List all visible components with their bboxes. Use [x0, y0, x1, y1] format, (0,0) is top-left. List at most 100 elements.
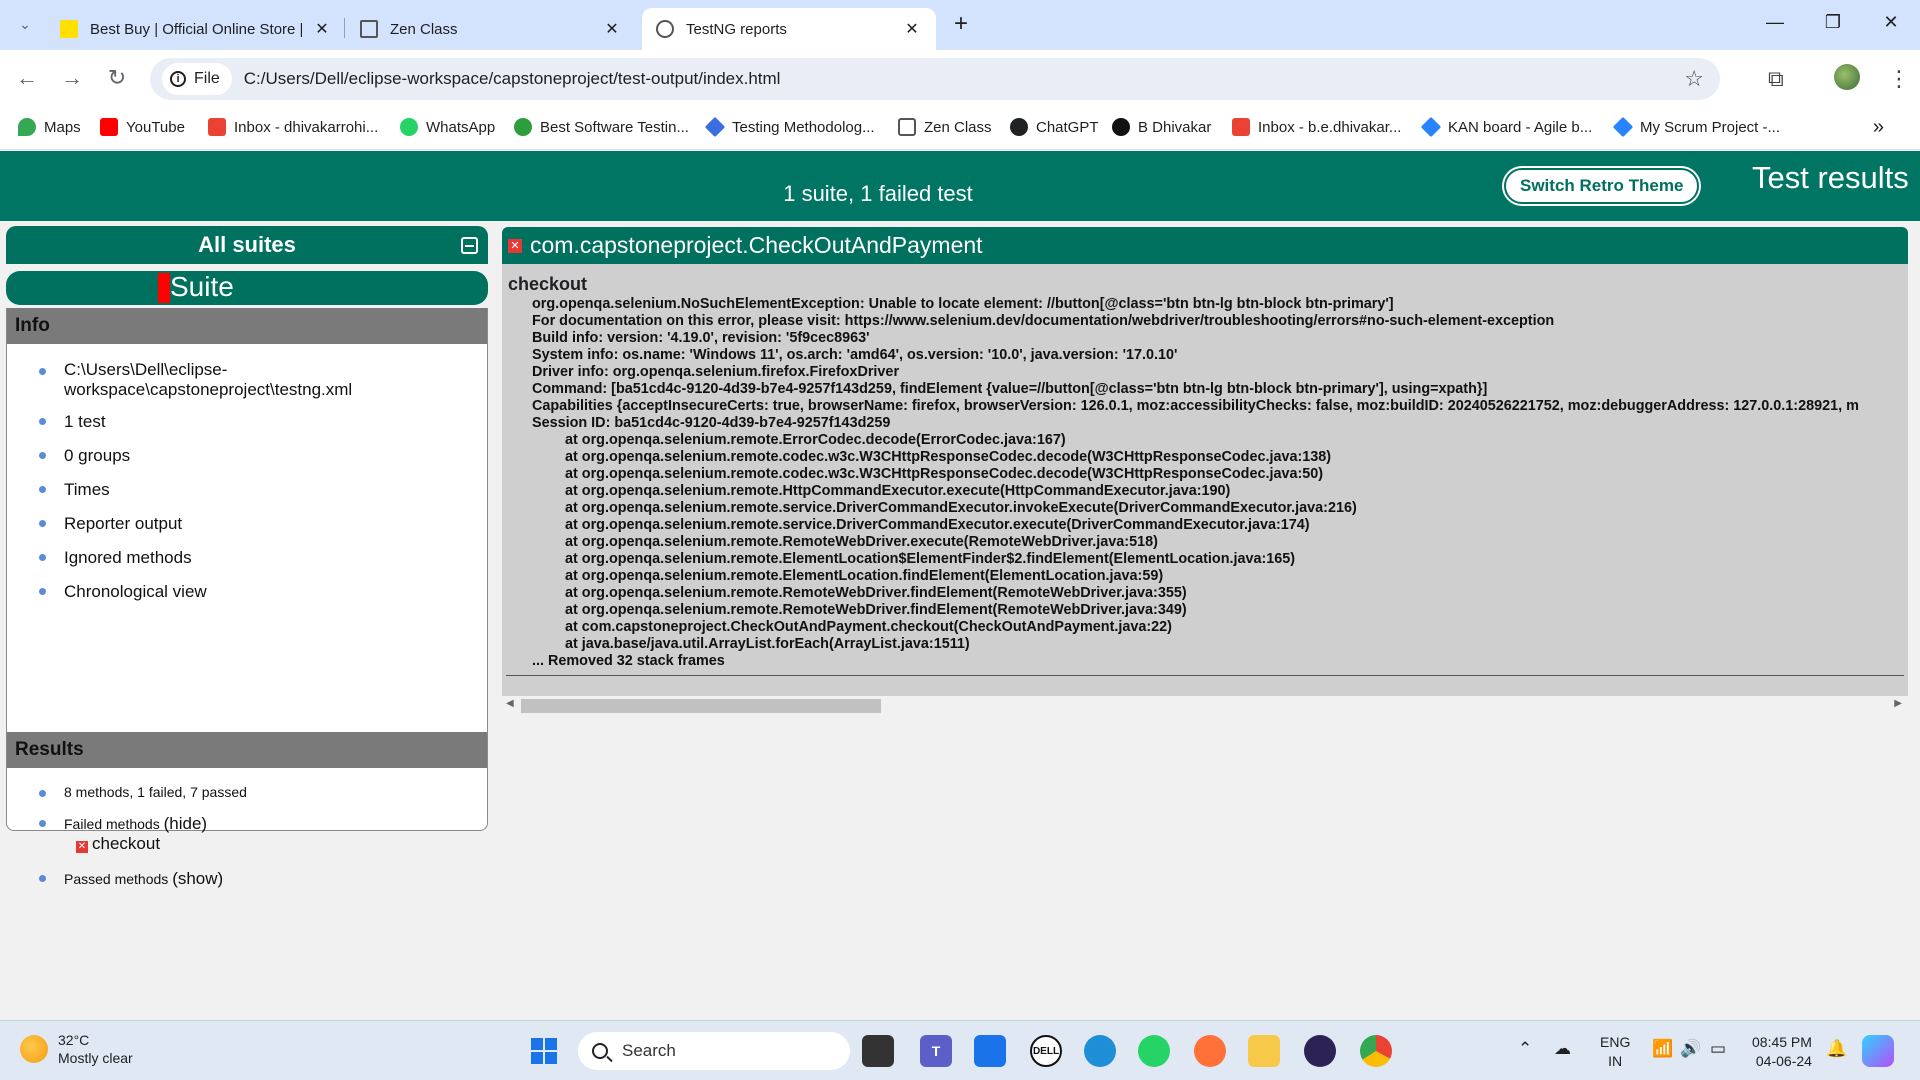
stack-frame: at org.openqa.selenium.remote.HttpComman… — [565, 483, 1231, 499]
notification-bell-icon[interactable]: 🔔 — [1826, 1039, 1847, 1059]
bookmark-12[interactable]: My Scrum Project -... — [1612, 116, 1780, 138]
battery-icon[interactable]: ▭ — [1710, 1039, 1726, 1059]
jira-icon — [1420, 116, 1442, 138]
failed-method-link[interactable]: ✕ checkout — [76, 834, 160, 853]
window-close-icon[interactable]: ✕ — [1876, 12, 1906, 33]
file-explorer-icon[interactable] — [1248, 1035, 1280, 1067]
whatsapp-taskbar-icon[interactable] — [1138, 1035, 1170, 1067]
show-passed-toggle[interactable]: (show) — [172, 869, 223, 888]
bookmark-10[interactable]: Inbox - b.e.dhivakar... — [1232, 118, 1401, 136]
bookmark-5[interactable]: Best Software Testin... — [514, 118, 689, 136]
tab-title: Best Buy | Official Online Store | — [90, 20, 302, 38]
tab-title: Zen Class — [390, 20, 458, 38]
suite-details-panel: Info C:\Users\Dell\eclipse-workspace\cap… — [6, 308, 488, 888]
info-item-groups[interactable]: 0 groups — [7, 444, 487, 478]
info-item-tests[interactable]: 1 test — [7, 410, 487, 444]
bookmark-1[interactable]: Maps — [18, 118, 81, 136]
new-tab-icon[interactable]: + — [946, 10, 976, 38]
bookmark-2[interactable]: YouTube — [100, 118, 185, 136]
bookmarks-overflow-icon[interactable]: » — [1873, 116, 1884, 139]
tab-zen-class[interactable]: Zen Class ✕ — [346, 8, 636, 50]
site-info-chip[interactable]: i File — [162, 63, 232, 95]
store-icon[interactable] — [974, 1035, 1006, 1067]
horizontal-scrollbar[interactable]: ◀ ▶ — [502, 697, 1908, 715]
task-view-icon[interactable] — [862, 1035, 894, 1067]
teams-icon[interactable]: T — [920, 1035, 952, 1067]
page-title: Test results — [1752, 160, 1909, 195]
info-item-reporter-output[interactable]: Reporter output — [7, 512, 487, 546]
scrollbar-thumb[interactable] — [521, 699, 881, 713]
tab-close-icon[interactable]: ✕ — [902, 19, 922, 39]
scroll-left-icon[interactable]: ◀ — [506, 698, 514, 709]
tab-close-icon[interactable]: ✕ — [312, 19, 332, 39]
failed-methods-label: Failed methods — [64, 816, 160, 832]
stack-line: System info: os.name: 'Windows 11', os.a… — [532, 347, 1178, 363]
suite-bar[interactable]: Suite — [6, 271, 488, 305]
volume-icon[interactable]: 🔊 — [1680, 1039, 1701, 1059]
onedrive-icon[interactable]: ☁ — [1554, 1039, 1571, 1059]
language-indicator[interactable]: ENG IN — [1600, 1033, 1630, 1071]
fail-icon: ✕ — [76, 841, 88, 853]
bookmark-star-icon[interactable]: ☆ — [1684, 66, 1704, 92]
back-arrow-icon[interactable]: ← — [12, 64, 42, 94]
url-text[interactable]: C:/Users/Dell/eclipse-workspace/capstone… — [244, 69, 781, 89]
weather-icon — [20, 1035, 48, 1063]
scheme-label: File — [194, 70, 220, 87]
switch-retro-theme-button[interactable]: Switch Retro Theme — [1504, 168, 1700, 204]
bestbuy-favicon-icon — [60, 20, 78, 38]
class-name: com.capstoneproject.CheckOutAndPayment — [530, 232, 983, 258]
bookmark-label: Maps — [44, 118, 81, 136]
tab-bestbuy[interactable]: Best Buy | Official Online Store | ✕ — [46, 8, 346, 50]
weather-widget[interactable]: 32°C Mostly clear — [20, 1031, 133, 1067]
all-suites-header[interactable]: All suites — [6, 226, 488, 264]
collapse-icon[interactable] — [461, 237, 478, 254]
globe-icon — [656, 20, 674, 38]
firefox-icon[interactable] — [1194, 1035, 1226, 1067]
address-bar[interactable]: i File C:/Users/Dell/eclipse-workspace/c… — [150, 58, 1720, 100]
info-item-times[interactable]: Times — [7, 478, 487, 512]
windows-start-icon[interactable] — [528, 1035, 560, 1067]
bookmark-6[interactable]: Testing Methodolog... — [704, 116, 875, 138]
bookmark-label: Testing Methodolog... — [732, 118, 875, 136]
suite-summary: 1 suite, 1 failed test — [783, 181, 973, 206]
info-item-chronological-view[interactable]: Chronological view — [7, 580, 487, 614]
tab-search-dropdown-icon[interactable]: ⌄ — [10, 10, 40, 40]
bookmark-9[interactable]: B Dhivakar — [1112, 118, 1211, 136]
hide-failed-toggle[interactable]: (hide) — [164, 814, 207, 833]
copilot-icon[interactable] — [1862, 1035, 1894, 1067]
wifi-icon[interactable]: 📶 — [1652, 1039, 1673, 1059]
bookmark-3[interactable]: Inbox - dhivakarrohi... — [208, 118, 378, 136]
bookmark-4[interactable]: WhatsApp — [400, 118, 495, 136]
forward-arrow-icon[interactable]: → — [57, 64, 87, 94]
info-item-ignored-methods[interactable]: Ignored methods — [7, 546, 487, 580]
chrome-icon[interactable] — [1360, 1035, 1392, 1067]
stack-frame: at org.openqa.selenium.remote.ElementLoc… — [565, 568, 1164, 584]
scroll-right-icon[interactable]: ▶ — [1894, 698, 1902, 709]
bookmark-7[interactable]: Zen Class — [898, 118, 992, 136]
class-header: ✕ com.capstoneproject.CheckOutAndPayment — [502, 227, 1908, 264]
dell-icon[interactable]: DELL — [1030, 1035, 1062, 1067]
bookmark-8[interactable]: ChatGPT — [1010, 118, 1099, 136]
extensions-puzzle-icon[interactable]: ⧉ — [1768, 66, 1784, 92]
tab-close-icon[interactable]: ✕ — [602, 19, 622, 39]
tab-testng-reports[interactable]: TestNG reports ✕ — [642, 8, 936, 50]
info-item-testng-xml[interactable]: C:\Users\Dell\eclipse-workspace\capstone… — [7, 360, 487, 410]
menu-kebab-icon[interactable]: ⋮ — [1888, 66, 1910, 92]
bookmark-label: Inbox - dhivakarrohi... — [234, 118, 379, 136]
bookmark-label: ChatGPT — [1036, 118, 1099, 136]
stack-frame: at org.openqa.selenium.remote.codec.w3c.… — [565, 466, 1324, 482]
browser-toolbar: ← → ↻ i File C:/Users/Dell/eclipse-works… — [0, 50, 1920, 108]
profile-avatar[interactable] — [1834, 64, 1860, 90]
taskbar-search[interactable]: Search — [578, 1032, 850, 1070]
bookmark-11[interactable]: KAN board - Agile b... — [1420, 116, 1592, 138]
restore-icon[interactable]: ❐ — [1818, 12, 1848, 33]
clock[interactable]: 08:45 PM 04-06-24 — [1752, 1033, 1812, 1071]
reload-icon[interactable]: ↻ — [102, 64, 132, 94]
show-hidden-icons-icon[interactable]: ⌃ — [1518, 1039, 1532, 1059]
edge-icon[interactable] — [1084, 1035, 1116, 1067]
minimize-icon[interactable]: — — [1760, 12, 1790, 33]
stack-frame: at org.openqa.selenium.remote.ElementLoc… — [565, 551, 1296, 567]
stack-frame: at java.base/java.util.ArrayList.forEach… — [565, 636, 970, 652]
info-list: C:\Users\Dell\eclipse-workspace\capstone… — [7, 360, 487, 614]
eclipse-icon[interactable] — [1304, 1035, 1336, 1067]
